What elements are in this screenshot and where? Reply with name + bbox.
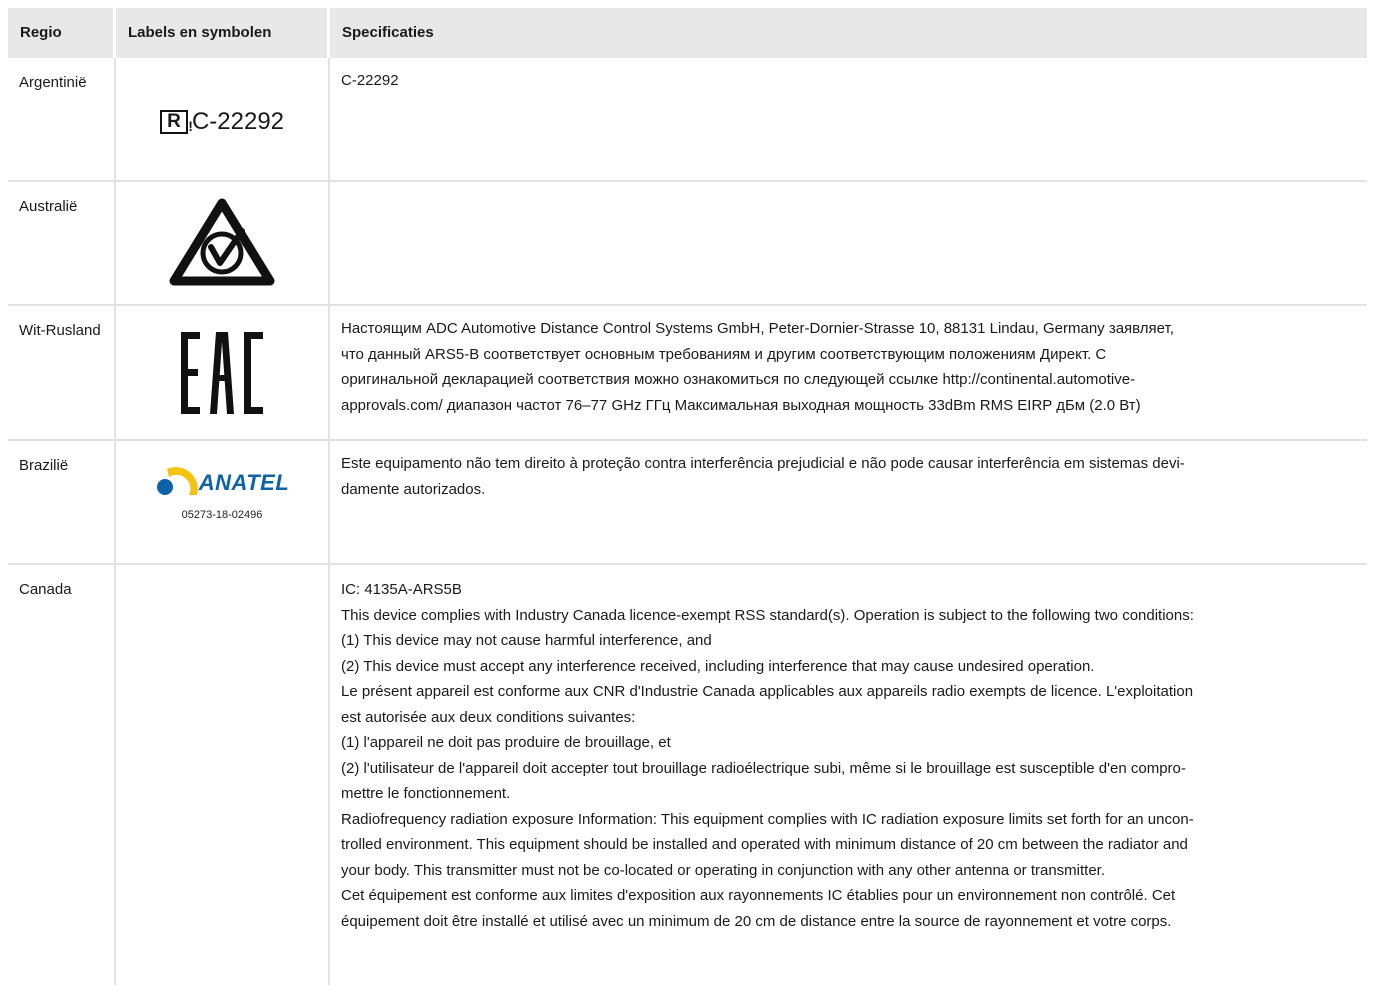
anatel-logo-icon xyxy=(156,467,198,496)
spec-line: C-22292 xyxy=(341,72,399,89)
table-row: Wit-Rusland Настоящим ADC Automotive Dis… xyxy=(8,306,1367,441)
spec-line: IC: 4135A-ARS5B xyxy=(341,581,462,598)
spec-cell: Настоящим ADC Automotive Distance Contro… xyxy=(330,306,1367,439)
spec-line: your body. This transmitter must not be … xyxy=(341,861,1106,879)
region-cell: Argentinië xyxy=(8,58,116,180)
label-cell: R! C-22292 xyxy=(116,58,330,180)
region-cell: Canada xyxy=(8,565,116,985)
spec-line: damente autorizados. xyxy=(341,480,486,498)
spec-line: (1) l'appareil ne doit pas produire de b… xyxy=(341,734,671,751)
spec-line: This device complies with Industry Canad… xyxy=(341,606,1194,624)
label-cell xyxy=(116,182,330,304)
label-cell xyxy=(116,306,330,439)
header-labels: Labels en symbolen xyxy=(116,8,330,58)
spec-cell: Este equipamento não tem direito à prote… xyxy=(330,441,1367,563)
spec-line: approvals.com/ диапазон частот 76–77 GHz… xyxy=(341,396,1141,414)
anatel-number: 05273-18-02496 xyxy=(181,509,263,522)
spec-line: (2) l'utilisateur de l'appareil doit acc… xyxy=(341,759,1186,777)
spec-line: équipement doit être installé et utilisé… xyxy=(341,912,1172,930)
registered-r-mark-icon: R! xyxy=(159,110,193,134)
header-region: Regio xyxy=(8,8,116,58)
anatel-label: ANATEL 05273-18-02496 xyxy=(155,467,290,529)
eac-mark-icon xyxy=(181,331,263,414)
spec-line: Настоящим ADC Automotive Distance Contro… xyxy=(341,320,1174,337)
table-row: Argentinië R! C-22292 C-22292 xyxy=(8,58,1367,182)
spec-line: (1) This device may not cause harmful in… xyxy=(341,632,712,649)
registered-label: R! C-22292 xyxy=(159,108,285,136)
spec-line: mettre le fonctionnement. xyxy=(341,785,511,802)
spec-line: оригинальной декларацией соответствия мо… xyxy=(341,371,1136,388)
spec-line: trolled environment. This equipment shou… xyxy=(341,836,1188,853)
spec-cell: IC: 4135A-ARS5B This device complies wit… xyxy=(330,565,1367,985)
region-cell: Australië xyxy=(8,182,116,304)
spec-line: Cet équipement est conforme aux limites … xyxy=(341,887,1176,904)
registration-number: C-22292 xyxy=(191,108,285,136)
region-cell: Wit-Rusland xyxy=(8,306,116,439)
spec-cell xyxy=(330,182,1367,304)
label-cell xyxy=(116,565,330,985)
table-row: Australië xyxy=(8,182,1367,306)
header-specifications: Specificaties xyxy=(342,24,434,42)
table-row: Canada IC: 4135A-ARS5B This device compl… xyxy=(8,565,1367,985)
spec-line: Este equipamento não tem direito à prote… xyxy=(341,455,1185,472)
table-row: Brazilië ANATEL 05273-18-02496 Este equi… xyxy=(8,441,1367,565)
spec-line: Le présent appareil est conforme aux CNR… xyxy=(341,683,1194,700)
spec-cell: C-22292 xyxy=(330,58,1367,180)
spec-line: Radiofrequency radiation exposure Inform… xyxy=(341,810,1194,828)
spec-line: est autorisée aux deux conditions suivan… xyxy=(341,708,636,726)
region-cell: Brazilië xyxy=(8,441,116,563)
certification-table: Regio Labels en symbolen Specificaties A… xyxy=(8,8,1367,985)
table-header: Regio Labels en symbolen Specificaties xyxy=(8,8,1367,58)
anatel-wordmark: ANATEL xyxy=(198,469,290,495)
spec-line: (2) This device must accept any interfer… xyxy=(341,657,1095,675)
spec-line: что данный ARS5-B соответствует основным… xyxy=(341,345,1107,363)
rcm-compliance-mark-icon xyxy=(169,198,275,286)
label-cell: ANATEL 05273-18-02496 xyxy=(116,441,330,563)
